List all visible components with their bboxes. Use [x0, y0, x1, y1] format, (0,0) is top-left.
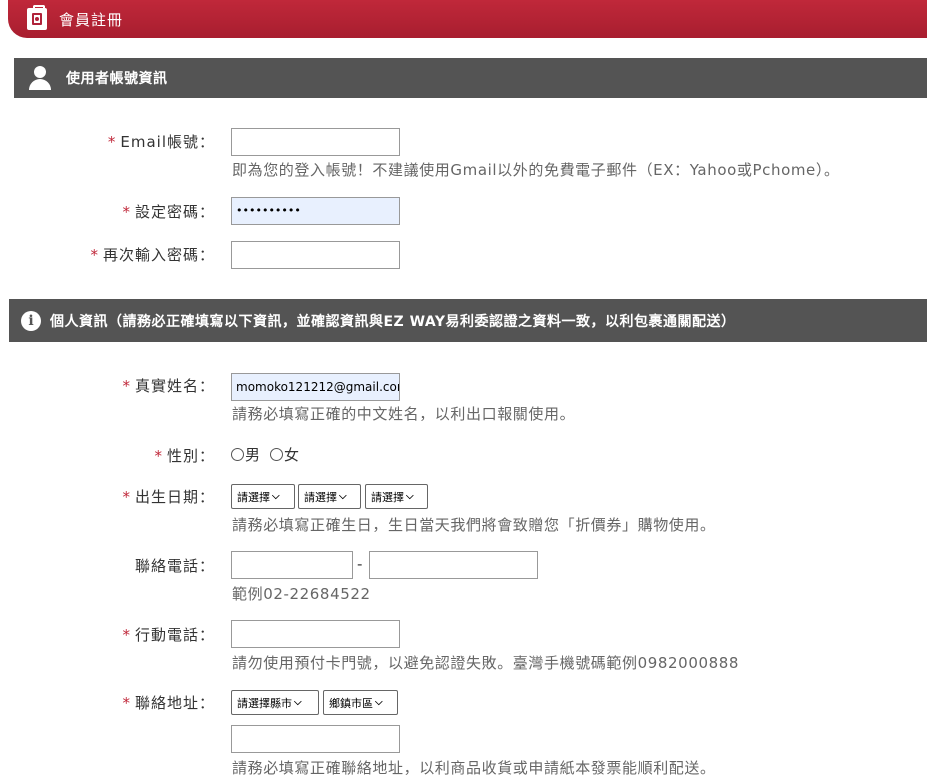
name-label: * 真實姓名：: [122, 377, 215, 395]
user-icon: [28, 66, 52, 90]
mobile-label: * 行動電話：: [122, 626, 215, 644]
chevron-down-icon: ⌵: [339, 491, 347, 502]
address-label: * 聯絡地址：: [122, 694, 215, 712]
password-input[interactable]: ••••••••••: [231, 197, 400, 225]
address-hint: 請務必填寫正確聯絡地址，以利商品收貨或申請紙本發票能順利配送。: [232, 759, 716, 777]
phone-hint: 範例02-22684522: [232, 585, 371, 603]
gender-female-option[interactable]: 女: [270, 444, 299, 465]
chevron-down-icon: ⌵: [294, 697, 302, 708]
gender-label: * 性別：: [154, 447, 215, 465]
birthday-label: * 出生日期：: [122, 488, 215, 506]
radio-circle-icon[interactable]: [231, 448, 244, 461]
birth-month-select[interactable]: 請選擇 ⌵: [298, 484, 361, 509]
personal-section-title: 個人資訊（請務必正確填寫以下資訊，並確認資訊與EZ WAY易利委認證之資料一致，…: [50, 313, 736, 330]
name-hint: 請務必填寫正確的中文姓名，以利出口報關使用。: [232, 405, 576, 423]
account-section-title: 使用者帳號資訊: [66, 71, 168, 87]
city-select[interactable]: 請選擇縣市 ⌵: [231, 690, 319, 715]
personal-section-header: i 個人資訊（請務必正確填寫以下資訊，並確認資訊與EZ WAY易利委認證之資料一…: [9, 299, 927, 342]
birth-day-select[interactable]: 請選擇 ⌵: [365, 484, 428, 509]
chevron-down-icon: ⌵: [406, 491, 414, 502]
id-badge-icon: [27, 5, 47, 30]
password-confirm-label: * 再次輸入密碼：: [90, 246, 215, 264]
page-header: 會員註冊: [8, 0, 927, 38]
chevron-down-icon: ⌵: [272, 491, 280, 502]
password-label: * 設定密碼：: [122, 203, 215, 221]
mobile-hint: 請勿使用預付卡門號，以避免認證失敗。臺灣手機號碼範例0982000888: [232, 654, 740, 672]
gender-radio-group: 男 女: [231, 444, 309, 465]
birth-year-select[interactable]: 請選擇 ⌵: [231, 484, 295, 509]
account-section-header: 使用者帳號資訊: [14, 58, 927, 98]
phone-number-input[interactable]: [369, 551, 538, 579]
address-input[interactable]: [231, 725, 400, 753]
phone-label: 聯絡電話：: [134, 557, 215, 575]
phone-separator: -: [357, 555, 363, 573]
gender-male-option[interactable]: 男: [231, 444, 260, 465]
email-label: * Email帳號：: [107, 133, 215, 151]
chevron-down-icon: ⌵: [375, 697, 383, 708]
mobile-input[interactable]: [231, 620, 400, 648]
phone-area-input[interactable]: [231, 551, 353, 579]
radio-circle-icon[interactable]: [270, 448, 284, 461]
email-input[interactable]: [231, 128, 400, 156]
page-title: 會員註冊: [59, 10, 124, 29]
info-icon: i: [21, 310, 41, 331]
name-input[interactable]: momoko121212@gmail.com: [231, 373, 400, 401]
birthday-hint: 請務必填寫正確生日，生日當天我們將會致贈您「折價券」購物使用。: [232, 516, 716, 534]
email-hint: 即為您的登入帳號！不建議使用Gmail以外的免費電子郵件（EX：Yahoo或Pc…: [232, 161, 840, 179]
district-select[interactable]: 鄉鎮市區 ⌵: [323, 690, 398, 715]
password-confirm-input[interactable]: [231, 241, 400, 269]
